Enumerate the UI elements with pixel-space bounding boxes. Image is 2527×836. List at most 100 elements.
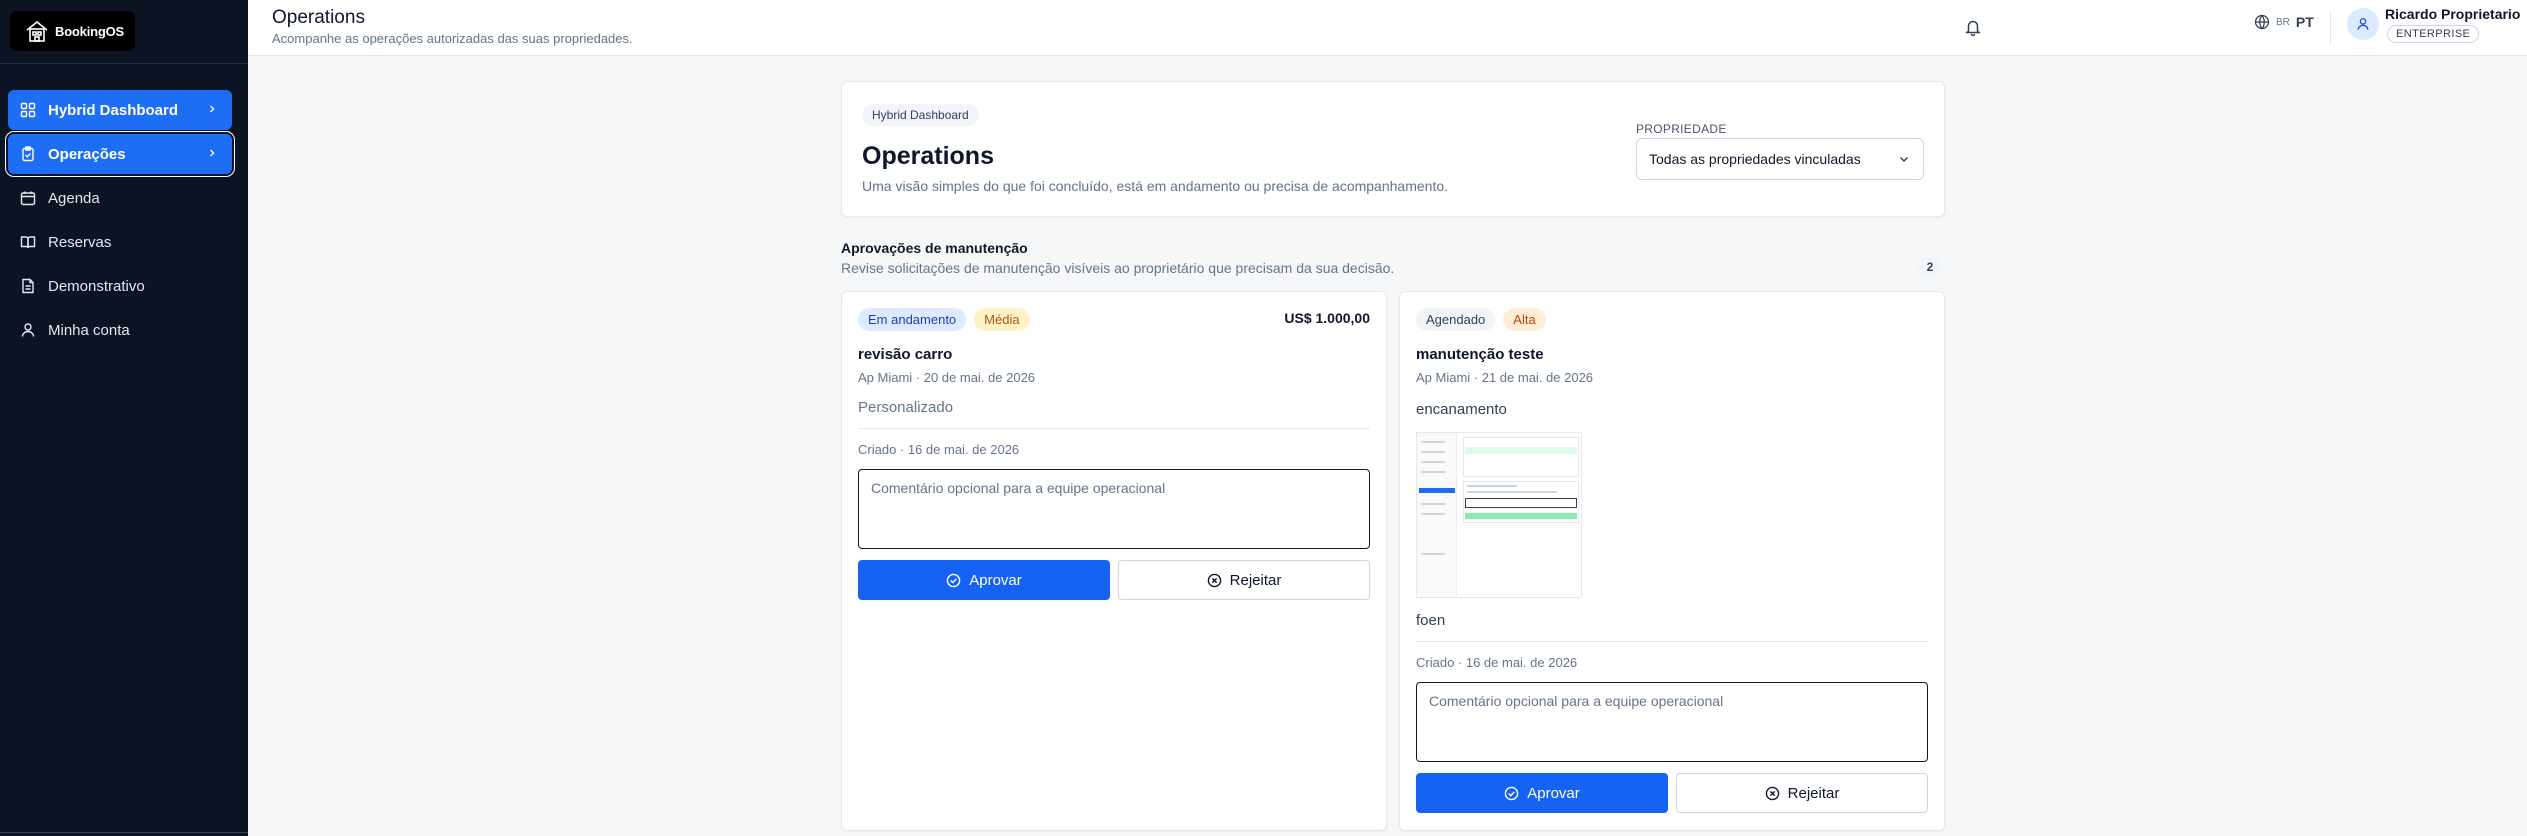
card-title: manutenção teste bbox=[1416, 346, 1544, 363]
status-badge: Em andamento bbox=[858, 308, 967, 331]
chevron-right-icon bbox=[210, 105, 215, 113]
clipboard-icon bbox=[20, 146, 36, 162]
user-name[interactable]: Ricardo Proprietario bbox=[2385, 6, 2520, 22]
comment-textarea[interactable]: Comentário opcional para a equipe operac… bbox=[1416, 682, 1928, 762]
property-label: PROPRIEDADE bbox=[1636, 122, 1727, 136]
page-title: Operations bbox=[272, 7, 365, 28]
card-note: foen bbox=[1416, 612, 1446, 629]
thumb-line bbox=[1421, 461, 1445, 463]
section-title: Aprovações de manutenção bbox=[841, 240, 1028, 256]
thumb-line bbox=[1467, 491, 1557, 493]
property-select[interactable]: Todas as propriedades vinculadas bbox=[1636, 138, 1924, 180]
page-subtitle: Acompanhe as operações autorizadas das s… bbox=[272, 31, 633, 46]
sidebar-item-label: Minha conta bbox=[48, 321, 130, 339]
reject-button[interactable]: Rejeitar bbox=[1118, 560, 1370, 600]
thumb-line bbox=[1421, 513, 1445, 515]
sidebar-item-agenda[interactable]: Agenda bbox=[8, 178, 232, 218]
card-type: Personalizado bbox=[858, 399, 954, 416]
property-select-value: Todas as propriedades vinculadas bbox=[1649, 151, 1861, 167]
dashboard-grid-icon bbox=[20, 102, 36, 118]
language-selector[interactable]: BR PT bbox=[2254, 14, 2314, 30]
attachment-thumbnail[interactable] bbox=[1416, 432, 1582, 598]
card-divider bbox=[1416, 641, 1928, 642]
approve-button[interactable]: Aprovar bbox=[1416, 773, 1668, 813]
approval-count-badge: 2 bbox=[1918, 257, 1942, 277]
sidebar: BookingOS Hybrid Dashboard Operações Age… bbox=[0, 0, 248, 836]
approve-label: Aprovar bbox=[969, 571, 1022, 589]
maintenance-approval-card: Agendado Alta manutenção teste Ap Miami … bbox=[1399, 291, 1945, 831]
chevron-right-icon bbox=[210, 149, 215, 157]
thumb-line bbox=[1421, 553, 1445, 555]
sidebar-divider bbox=[0, 63, 248, 64]
chevron-down-icon bbox=[1900, 157, 1908, 162]
language-code: PT bbox=[2295, 14, 2314, 30]
comment-textarea[interactable]: Comentário opcional para a equipe operac… bbox=[858, 469, 1370, 549]
card-meta: Ap Miami · 20 de mai. de 2026 bbox=[858, 370, 1036, 385]
check-circle-icon bbox=[946, 573, 961, 587]
thumb-green-bar bbox=[1465, 447, 1577, 454]
language-flag: BR bbox=[2276, 16, 2290, 28]
brand-name: BookingOS bbox=[55, 23, 124, 39]
sidebar-item-hybrid-dashboard[interactable]: Hybrid Dashboard bbox=[8, 90, 232, 130]
user-icon bbox=[20, 322, 36, 338]
thumb-panel bbox=[1463, 437, 1579, 477]
sidebar-item-reservas[interactable]: Reservas bbox=[8, 222, 232, 262]
sidebar-item-label: Operações bbox=[48, 145, 126, 163]
document-icon bbox=[20, 278, 36, 294]
thumb-button bbox=[1465, 513, 1577, 519]
card-divider bbox=[858, 428, 1370, 429]
created-date: Criado · 16 de mai. de 2026 bbox=[858, 442, 1020, 457]
user-icon bbox=[2357, 18, 2369, 30]
status-badge: Agendado bbox=[1416, 308, 1496, 331]
thumb-line bbox=[1421, 441, 1445, 443]
sidebar-item-demonstrativo[interactable]: Demonstrativo bbox=[8, 266, 232, 306]
sidebar-item-operacoes[interactable]: Operações bbox=[8, 134, 232, 174]
globe-icon bbox=[2254, 14, 2270, 30]
thumb-sidebar bbox=[1417, 433, 1457, 597]
x-circle-icon bbox=[1207, 573, 1221, 587]
building-logo-icon bbox=[26, 20, 48, 42]
thumb-line bbox=[1421, 503, 1445, 505]
sidebar-bottom-divider bbox=[0, 832, 248, 833]
approve-button[interactable]: Aprovar bbox=[858, 560, 1110, 600]
bell-icon[interactable] bbox=[1960, 14, 1986, 40]
x-circle-icon bbox=[1765, 786, 1779, 800]
card-badges: Agendado Alta bbox=[1416, 308, 1546, 331]
book-icon bbox=[20, 234, 36, 250]
header-divider bbox=[2330, 10, 2331, 46]
sidebar-item-label: Demonstrativo bbox=[48, 277, 145, 295]
thumb-line bbox=[1421, 451, 1445, 453]
card-badges: Em andamento Média bbox=[858, 308, 1030, 331]
priority-badge: Média bbox=[974, 308, 1030, 331]
maintenance-approval-card: Em andamento Média US$ 1.000,00 revisão … bbox=[841, 291, 1387, 831]
hybrid-dashboard-chip: Hybrid Dashboard bbox=[862, 104, 979, 126]
thumb-line bbox=[1467, 485, 1517, 487]
brand-logo[interactable]: BookingOS bbox=[10, 11, 135, 51]
thumb-input bbox=[1465, 498, 1577, 508]
top-header: Operations Acompanhe as operações autori… bbox=[248, 0, 2527, 56]
thumb-line bbox=[1421, 471, 1445, 473]
card-title: revisão carro bbox=[858, 346, 953, 363]
panel-heading: Operations bbox=[862, 142, 994, 170]
calendar-icon bbox=[20, 190, 36, 206]
approve-label: Aprovar bbox=[1527, 784, 1580, 802]
card-meta: Ap Miami · 21 de mai. de 2026 bbox=[1416, 370, 1594, 385]
reject-button[interactable]: Rejeitar bbox=[1676, 773, 1928, 813]
sidebar-item-label: Hybrid Dashboard bbox=[48, 101, 179, 119]
card-description: encanamento bbox=[1416, 401, 1507, 418]
priority-badge: Alta bbox=[1503, 308, 1546, 331]
plan-badge: ENTERPRISE bbox=[2387, 25, 2480, 43]
sidebar-nav: Hybrid Dashboard Operações Agenda Reserv… bbox=[8, 90, 232, 354]
avatar[interactable] bbox=[2347, 8, 2379, 40]
sidebar-item-label: Reservas bbox=[48, 233, 112, 251]
thumb-active-item bbox=[1419, 488, 1455, 493]
reject-label: Rejeitar bbox=[1229, 571, 1282, 589]
cost-amount: US$ 1.000,00 bbox=[1284, 310, 1370, 326]
section-description: Revise solicitações de manutenção visíve… bbox=[841, 260, 1395, 276]
operations-overview-panel: Hybrid Dashboard Operations Uma visão si… bbox=[841, 81, 1945, 217]
sidebar-item-minha-conta[interactable]: Minha conta bbox=[8, 310, 232, 350]
check-circle-icon bbox=[1504, 786, 1519, 800]
created-date: Criado · 16 de mai. de 2026 bbox=[1416, 655, 1578, 670]
sidebar-item-label: Agenda bbox=[48, 189, 100, 207]
panel-description: Uma visão simples do que foi concluído, … bbox=[862, 178, 1449, 194]
